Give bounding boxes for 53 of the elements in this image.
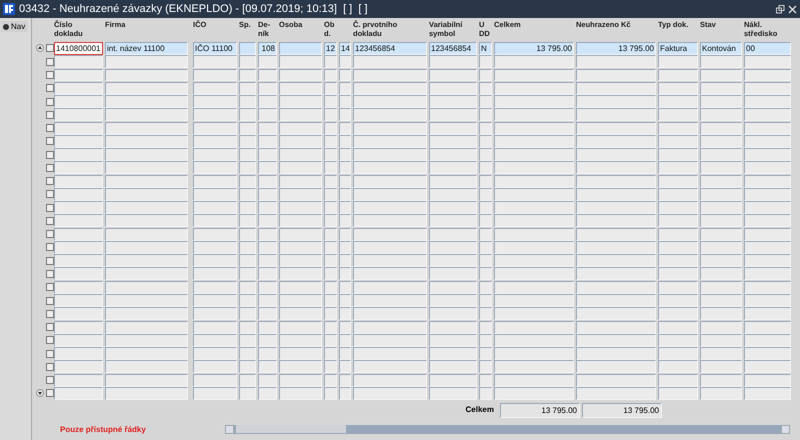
row-checkbox[interactable] [46,204,54,212]
row-checkbox[interactable] [46,230,54,238]
row-checkbox[interactable] [46,164,54,172]
row-checkbox[interactable] [46,150,54,159]
row-checkbox[interactable] [46,323,54,332]
row-checkbox[interactable] [46,362,54,371]
row-checkbox[interactable] [46,177,54,186]
horizontal-scrollbar[interactable] [225,424,790,434]
window-title: 03432 - Neuhrazené závazky (EKNEPLDO) - [09.07.2019; 10:13] [ ] [ ] [19,3,369,15]
scroll-down-button[interactable] [36,389,44,398]
table-cell[interactable]: 12 [324,42,337,55]
row-checkbox[interactable] [46,389,54,398]
row-checkbox[interactable] [46,243,54,252]
row-checkbox[interactable] [46,70,54,79]
table-cell[interactable]: 123456854 [353,42,427,55]
row-checkbox[interactable] [46,376,54,384]
row-checkbox[interactable] [46,296,54,304]
nav-radio[interactable]: Nav [1,21,28,32]
row-checkbox[interactable] [46,283,54,292]
table-cell[interactable]: IČO 11100 [193,42,237,55]
row-checkbox[interactable] [46,110,54,119]
total-field: 13 795.00 [500,403,580,418]
close-icon[interactable] [788,4,797,14]
table-cell[interactable]: Kontován [700,42,742,55]
row-checkbox[interactable] [46,256,54,265]
row-checkbox[interactable] [46,124,54,132]
status-notice: Pouze přístupné řádky [59,424,147,434]
table-cell[interactable]: 123456854 [429,42,477,55]
table-cell[interactable]: 13 795.00 [576,42,656,55]
restore-icon[interactable] [776,4,785,14]
table-cell[interactable]: N [479,42,492,55]
row-checkbox[interactable] [46,216,54,225]
row-checkbox[interactable] [46,84,54,92]
table-cell[interactable]: 108 [258,42,277,55]
row-checkbox[interactable] [46,336,54,344]
row-checkbox[interactable] [46,350,54,358]
total-field: 13 795.00 [582,403,662,418]
row-checkbox[interactable] [46,137,54,146]
table-cell[interactable]: 14 [339,42,351,55]
row-checkbox[interactable] [46,270,54,278]
scroll-up-button[interactable] [36,44,44,52]
row-checkbox[interactable] [46,58,54,66]
totals-label: Celkem [464,404,495,416]
row-checkbox[interactable] [46,98,54,106]
row-checkbox[interactable] [46,190,54,198]
table-cell[interactable]: 00 [744,42,791,55]
table-cell[interactable]: int. název 11100 [105,42,188,55]
table-cell[interactable]: 13 795.00 [494,42,574,55]
table-cell[interactable]: Faktura [658,42,698,55]
app-logo-icon [3,3,15,15]
row-checkbox[interactable] [46,44,54,52]
table-cell[interactable]: 1410800001 [54,42,103,55]
row-checkbox[interactable] [46,310,54,318]
